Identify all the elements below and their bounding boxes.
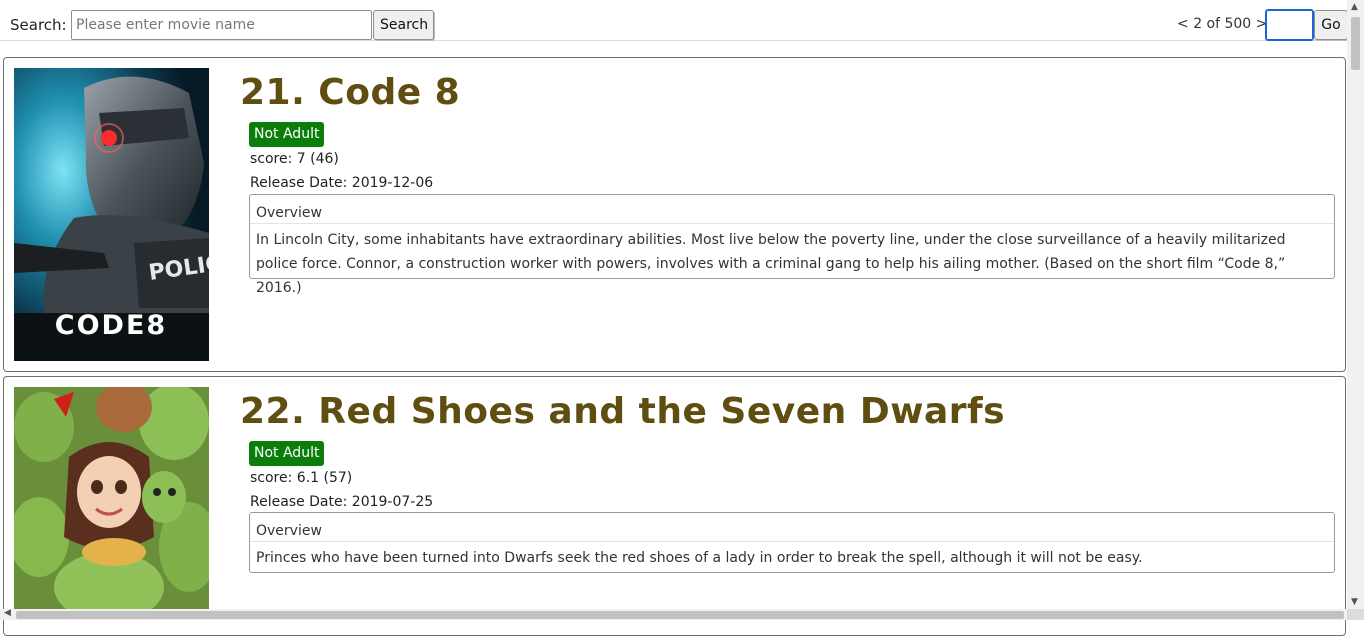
movie-score: score: 7 (46) — [250, 151, 339, 167]
overview-panel: Overview Princes who have been turned in… — [249, 512, 1335, 573]
go-button[interactable]: Go — [1314, 10, 1348, 40]
overview-heading: Overview — [250, 513, 1334, 542]
search-button[interactable]: Search — [373, 10, 434, 40]
overview-text: Princes who have been turned into Dwarfs… — [256, 550, 1143, 566]
movie-score: score: 6.1 (57) — [250, 470, 353, 486]
vertical-scroll-thumb[interactable] — [1351, 17, 1360, 70]
movie-title: 21. Code 8 — [240, 72, 461, 113]
overview-heading: Overview — [250, 195, 1334, 224]
movie-title: 22. Red Shoes and the Seven Dwarfs — [240, 391, 1006, 432]
overview-panel: Overview In Lincoln City, some inhabitan… — [249, 194, 1335, 296]
page-number-input[interactable] — [1265, 9, 1314, 41]
release-date: Release Date: 2019-07-25 — [250, 494, 434, 510]
scrollbar-corner — [1347, 609, 1364, 620]
movie-poster: POLICE CODE8 — [14, 68, 209, 361]
poster-image-red-shoes — [14, 387, 209, 609]
movie-card: POLICE CODE8 21. Code 8 Not Adult score:… — [3, 57, 1346, 372]
scroll-left-arrow-icon[interactable]: ◀ — [4, 608, 11, 618]
release-date: Release Date: 2019-12-06 — [250, 175, 434, 191]
movie-poster — [14, 387, 209, 609]
adult-status-badge: Not Adult — [249, 122, 325, 147]
adult-status-badge: Not Adult — [249, 441, 325, 466]
search-label: Search: — [10, 16, 67, 34]
poster-image-code8: POLICE CODE8 — [14, 68, 209, 361]
top-toolbar: Search: Search < 2 of 500 > Go — [0, 0, 1348, 41]
pagination: < 2 of 500 > — [1177, 16, 1267, 32]
overview-text: In Lincoln City, some inhabitants have e… — [256, 232, 1286, 296]
search-input[interactable] — [71, 10, 372, 40]
scroll-down-arrow-icon[interactable]: ▼ — [1351, 597, 1358, 607]
page-indicator: 2 of 500 — [1193, 16, 1252, 32]
poster-title-text: CODE8 — [55, 310, 167, 341]
horizontal-scrollbar[interactable]: ◀ — [0, 608, 1347, 620]
movie-card: 22. Red Shoes and the Seven Dwarfs Not A… — [3, 376, 1346, 636]
vertical-scrollbar[interactable]: ▲ ▼ — [1347, 0, 1364, 609]
prev-page-link[interactable]: < — [1177, 16, 1189, 32]
scroll-up-arrow-icon[interactable]: ▲ — [1351, 2, 1358, 12]
horizontal-scroll-thumb[interactable] — [16, 611, 1344, 619]
